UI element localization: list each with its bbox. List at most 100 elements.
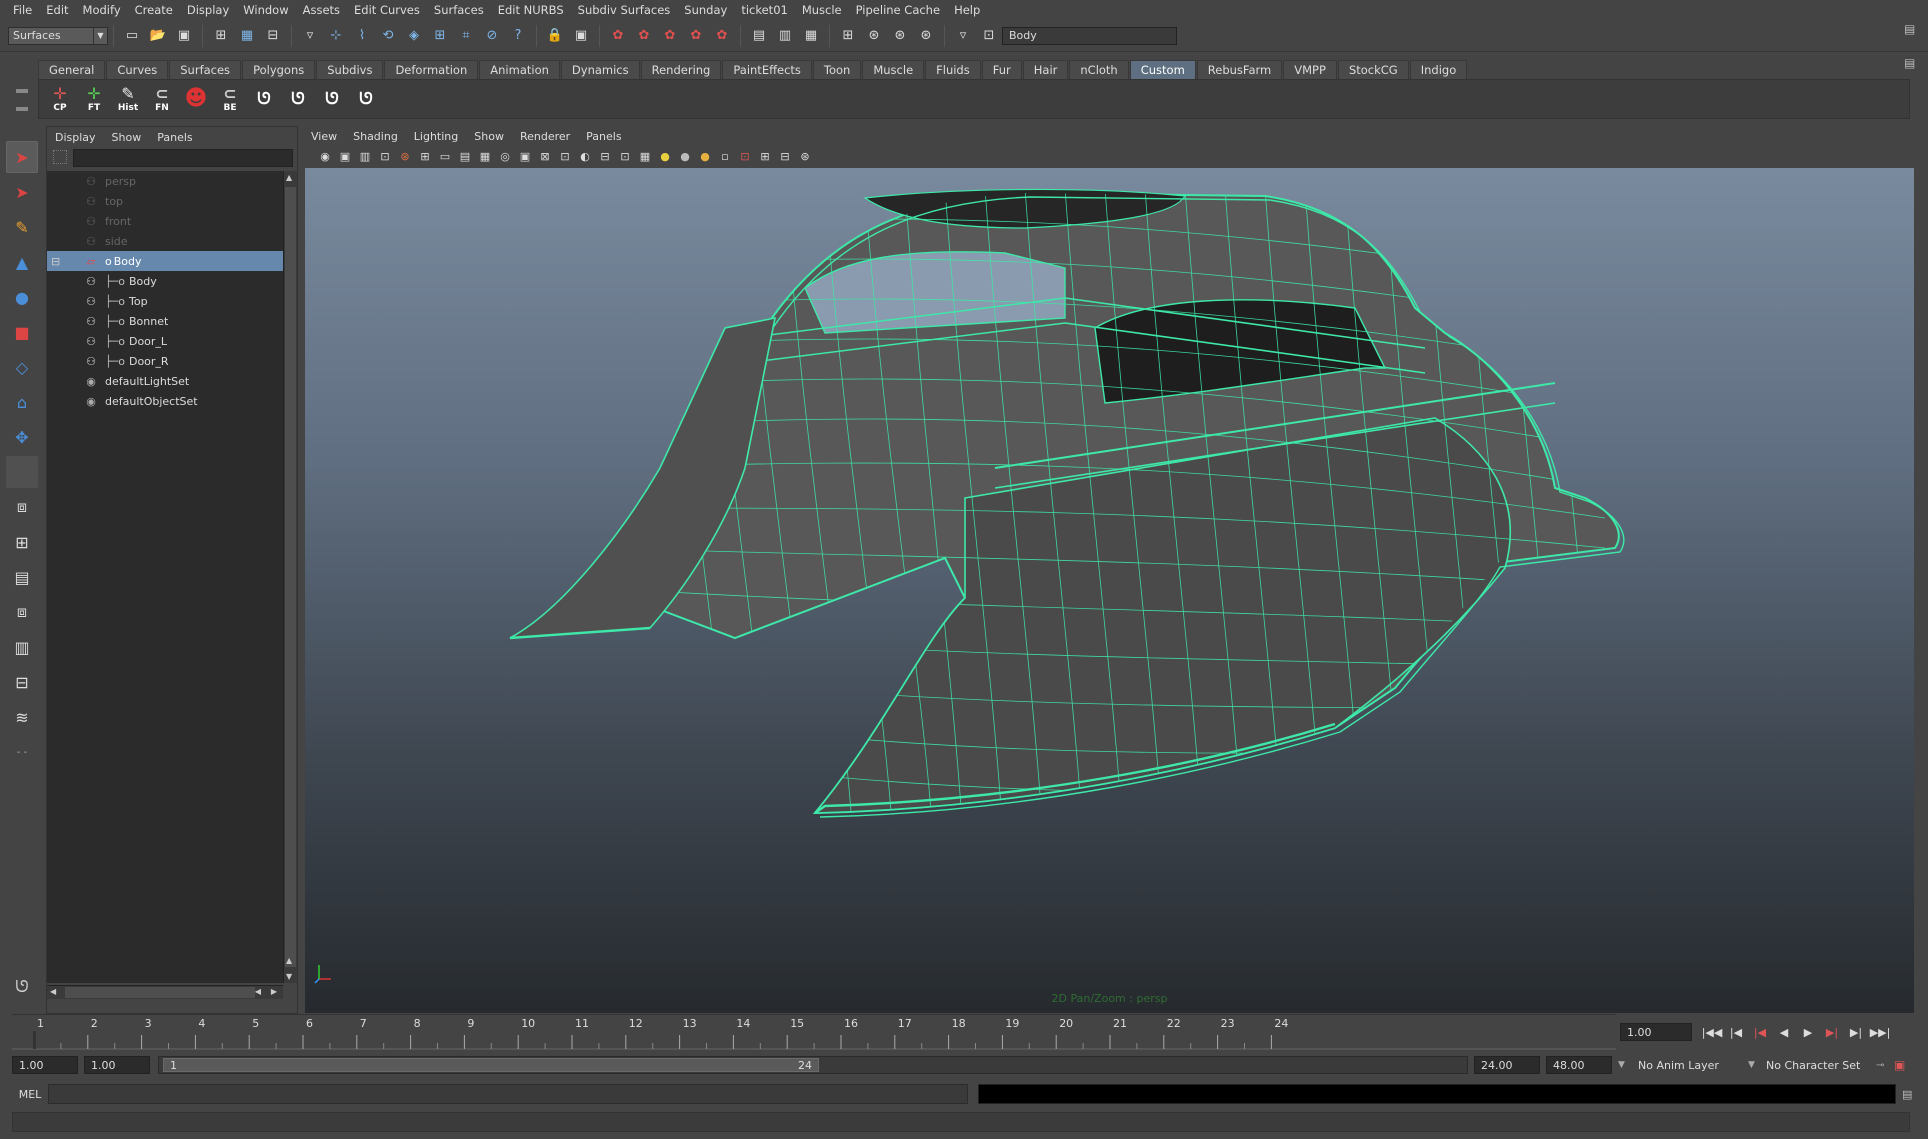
outliner-row[interactable]: ⚇ side (47, 231, 283, 251)
shelf-tab-hair[interactable]: Hair (1022, 60, 1069, 79)
scroll-left-icon[interactable]: ◀ (50, 987, 56, 996)
render-view-icon[interactable]: ▤ (748, 25, 770, 47)
outliner-menu-panels[interactable]: Panels (157, 131, 192, 144)
select-by-component-icon[interactable]: ⊟ (262, 25, 284, 47)
play-backward-icon[interactable]: ◀ (1772, 1023, 1796, 1041)
step-back-key-icon[interactable]: |◀ (1724, 1023, 1748, 1041)
manipulator-tool-icon[interactable]: ◇ (6, 351, 38, 383)
shelf-options-icon[interactable]: ▤ (1904, 56, 1915, 70)
hud-icon[interactable]: ⊛ (797, 148, 813, 164)
input-ops-icon[interactable]: ✿ (607, 25, 629, 47)
quick-select-field[interactable]: Body (1002, 26, 1177, 45)
anim-layer-dropdown[interactable]: No Anim Layer (1638, 1059, 1748, 1072)
script-editor-icon[interactable]: ᘎ (6, 971, 38, 1003)
step-forward-key-icon[interactable]: ▶| (1844, 1023, 1868, 1041)
filter-toggle-icon[interactable] (53, 150, 67, 164)
mel-label[interactable]: MEL (12, 1088, 48, 1101)
show-manipulator-icon[interactable]: ✥ (6, 421, 38, 453)
grid-icon[interactable]: ⊞ (417, 148, 433, 164)
menu-pipeline-cache[interactable]: Pipeline Cache (849, 0, 947, 20)
script-editor-button-icon[interactable]: ▤ (1902, 1088, 1916, 1101)
snap-point-icon[interactable]: ⟲ (377, 25, 399, 47)
menu-subdiv-surfaces[interactable]: Subdiv Surfaces (571, 0, 678, 20)
playback-end-field[interactable]: 24.00 (1474, 1056, 1540, 1074)
shelf-button-hist[interactable]: ✎ Hist (113, 82, 143, 116)
outliner-row[interactable]: ⚇ ├─o Door_R (47, 351, 283, 371)
layout-graph-editor-icon[interactable]: ≋ (6, 701, 38, 733)
hypershade-icon[interactable]: ▥ (774, 25, 796, 47)
character-set-dropdown[interactable]: No Character Set (1766, 1059, 1876, 1072)
save-scene-icon[interactable]: ▣ (173, 25, 195, 47)
camera-attr-icon[interactable]: ▣ (337, 148, 353, 164)
outliner-row[interactable]: ◉ defaultObjectSet (47, 391, 283, 411)
clear-icon[interactable]: ⊛ (863, 25, 885, 47)
use-all-lights-icon[interactable]: ● (677, 148, 693, 164)
panel-menu-panels[interactable]: Panels (586, 130, 621, 143)
menu-window[interactable]: Window (236, 0, 295, 20)
scroll-left-icon[interactable]: ◀ (255, 987, 261, 996)
last-tool-icon[interactable] (6, 456, 38, 488)
xray-icon[interactable]: ⊡ (737, 148, 753, 164)
menu-edit[interactable]: Edit (39, 0, 75, 20)
shelf-tab-dynamics[interactable]: Dynamics (560, 60, 640, 79)
shelf-tab-animation[interactable]: Animation (479, 60, 560, 79)
rotate-tool-icon[interactable]: ● (6, 281, 38, 313)
outliner-row[interactable]: ⚇ top (47, 191, 283, 211)
layout-toggle-icon[interactable]: - - (6, 736, 38, 768)
panel-menu-view[interactable]: View (311, 130, 337, 143)
film-gate-icon[interactable]: ▭ (437, 148, 453, 164)
menu-ticket01[interactable]: ticket01 (734, 0, 795, 20)
outliner-row[interactable]: ⚇ persp (47, 171, 283, 191)
scroll-thumb[interactable] (65, 987, 255, 998)
outliner-row[interactable]: ⚇ front (47, 211, 283, 231)
select-by-hierarchy-icon[interactable]: ⊞ (210, 25, 232, 47)
shelf-tab-general[interactable]: General (38, 60, 106, 79)
outliner-row[interactable]: ⚇ ├─o Door_L (47, 331, 283, 351)
chevron-down-icon[interactable]: ▼ (1618, 1060, 1634, 1070)
gate-mask-icon[interactable]: ▦ (477, 148, 493, 164)
menu-edit-curves[interactable]: Edit Curves (347, 0, 427, 20)
outliner-row[interactable]: ⚇ ├─o Bonnet (47, 311, 283, 331)
anim-end-field[interactable]: 48.00 (1546, 1056, 1612, 1074)
resolution-gate-icon[interactable]: ▤ (457, 148, 473, 164)
tool-settings-icon[interactable]: ⊛ (889, 25, 911, 47)
select-by-name-icon[interactable]: ⊡ (978, 25, 1000, 47)
xray-active-icon[interactable]: ⊞ (757, 148, 773, 164)
go-to-start-icon[interactable]: |◀◀ (1700, 1023, 1724, 1041)
shelf-tab-deformation[interactable]: Deformation (384, 60, 479, 79)
wireframe-icon[interactable]: ⊡ (557, 148, 573, 164)
use-default-light-icon[interactable]: ● (657, 148, 673, 164)
menu-muscle[interactable]: Muscle (795, 0, 849, 20)
menu-sunday[interactable]: Sunday (677, 0, 734, 20)
menu-help[interactable]: Help (947, 0, 987, 20)
go-to-end-icon[interactable]: ▶▶| (1868, 1023, 1892, 1041)
step-back-frame-icon[interactable]: |◀ (1748, 1023, 1772, 1041)
shadows-icon[interactable]: ● (697, 148, 713, 164)
2d-pan-zoom-icon[interactable]: ⊛ (397, 148, 413, 164)
xray-joints-icon[interactable]: ⊟ (777, 148, 793, 164)
outliner-filter-field[interactable] (73, 149, 293, 167)
attr-editor-icon[interactable]: ⊞ (837, 25, 859, 47)
bookmark-icon[interactable]: ▥ (357, 148, 373, 164)
shelf-button-ft[interactable]: ✛ FT (79, 82, 109, 116)
input-field-menu-icon[interactable]: ▿ (952, 25, 974, 47)
lasso-tool-icon[interactable]: ➤ (6, 176, 38, 208)
menu-assets[interactable]: Assets (296, 0, 347, 20)
new-scene-icon[interactable]: ▭ (121, 25, 143, 47)
layout-outliner-persp-icon[interactable]: ▤ (6, 561, 38, 593)
render-settings-icon[interactable]: ✿ (711, 25, 733, 47)
layout-four-icon[interactable]: ⊞ (6, 526, 38, 558)
collapse-icon[interactable]: ⊟ (51, 255, 60, 268)
outliner-menu-show[interactable]: Show (112, 131, 142, 144)
current-frame-field[interactable]: 1.00 (1620, 1023, 1692, 1041)
range-slider[interactable]: 1 24 (158, 1056, 1468, 1074)
current-time-marker[interactable] (33, 1031, 36, 1049)
render-current-icon[interactable]: ✿ (659, 25, 681, 47)
menu-modify[interactable]: Modify (76, 0, 128, 20)
channel-box-icon[interactable]: ⊛ (915, 25, 937, 47)
shelf-tab-stockcg[interactable]: StockCG (1337, 60, 1409, 79)
ipr-render-icon[interactable]: ✿ (685, 25, 707, 47)
range-slider-thumb[interactable]: 1 24 (163, 1058, 819, 1072)
menuset-dropdown[interactable]: Surfaces ▼ (8, 26, 108, 45)
camera-select-icon[interactable]: ◉ (317, 148, 333, 164)
